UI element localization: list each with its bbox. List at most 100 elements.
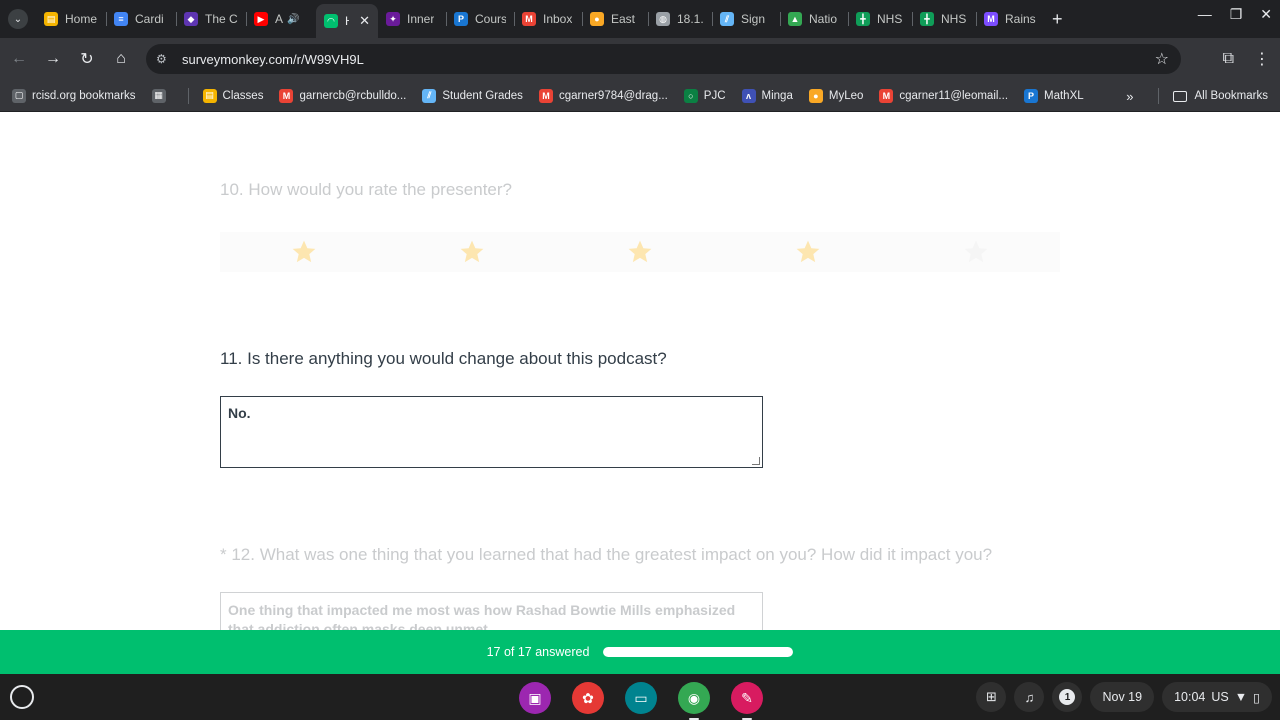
- bookmark-item[interactable]: ▤ Classes: [202, 88, 264, 103]
- all-bookmarks-button[interactable]: All Bookmarks: [1195, 90, 1269, 102]
- tab-title: Home: [65, 12, 98, 26]
- tab-2[interactable]: ◆ The C: [176, 4, 246, 34]
- tab-strip: ⌄ ▤ Home ≡ Cardi ◆ The C ▶ A🔊 ◠ H ✕ ✦ Inner P Cours M In…: [0, 0, 1280, 38]
- window-controls: — ❐ ✕: [1198, 6, 1272, 23]
- rating-star-3[interactable]: [624, 236, 656, 268]
- tab-0[interactable]: ▤ Home: [36, 4, 106, 34]
- bookmarks-bar: ▢ rcisd.org bookmarks ▦ ▤ Classes Mgarnercb@r…: [0, 80, 1280, 112]
- globe-icon: ◍: [656, 12, 670, 26]
- bookmark-item[interactable]: Mgarnercb@rcbulldo...: [279, 88, 406, 103]
- date-button[interactable]: Nov 19: [1090, 682, 1155, 712]
- notification-count: 1: [1059, 689, 1076, 705]
- bookmark-item[interactable]: Mcgarner9784@drag...: [538, 88, 668, 103]
- bookmark-label: cgarner11@leomail...: [899, 89, 1009, 102]
- tab-4[interactable]: ◠ H ✕: [316, 4, 378, 38]
- chevron-overflow-icon[interactable]: »: [1126, 89, 1133, 104]
- tab-13[interactable]: ╋ NHS: [912, 4, 976, 34]
- rating-star-2[interactable]: [456, 236, 488, 268]
- tab-11[interactable]: ▲ Natio: [780, 4, 848, 34]
- apps-grid-icon: ▦: [151, 88, 166, 103]
- rating-star-1[interactable]: [288, 236, 320, 268]
- tab-title: Cours: [475, 12, 506, 26]
- bookmark-label: PJC: [703, 89, 726, 102]
- tab-search-button[interactable]: ⌄: [8, 9, 28, 29]
- stripes-icon: ⫽: [720, 12, 734, 26]
- bookmarks-overflow: » All Bookmarks: [1126, 80, 1268, 112]
- bookmark-item[interactable]: ▢ rcisd.org bookmarks: [12, 88, 136, 103]
- bookmark-label: rcisd.org bookmarks: [32, 89, 136, 102]
- star-icon: [628, 240, 652, 263]
- bookmark-item[interactable]: ʌ Minga: [741, 88, 793, 103]
- home-button[interactable]: ⌂: [106, 44, 136, 74]
- tab-6[interactable]: P Cours: [446, 4, 514, 34]
- restore-button[interactable]: ❐: [1230, 6, 1243, 23]
- notifications-button[interactable]: 1: [1052, 682, 1083, 712]
- star-icon: [292, 240, 316, 263]
- close-window-button[interactable]: ✕: [1260, 6, 1272, 23]
- url-text[interactable]: surveymonkey.com/r/W99VH9L: [182, 52, 364, 67]
- tab-8[interactable]: ● East: [582, 4, 648, 34]
- classroom-icon: ▤: [44, 12, 58, 26]
- tab-9[interactable]: ◍ 18.1.: [648, 4, 712, 34]
- paint-app-icon[interactable]: ✿: [572, 682, 604, 714]
- bookmark-item[interactable]: P MathXL: [1024, 88, 1084, 103]
- bookmark-item[interactable]: Mcgarner11@leomail...: [879, 88, 1009, 103]
- bookmark-label: cgarner9784@drag...: [558, 89, 668, 102]
- screen-capture-icon[interactable]: ⊞: [976, 682, 1007, 712]
- pinned-apps: ▣ ✿ ▭ ◉ ✎: [519, 682, 763, 720]
- rating-star-4[interactable]: [792, 236, 824, 268]
- reload-button[interactable]: ↻: [72, 44, 102, 74]
- minimize-button[interactable]: —: [1198, 6, 1212, 23]
- tab-title: Sign: [741, 12, 766, 26]
- new-tab-button[interactable]: +: [1052, 9, 1063, 30]
- tab-7[interactable]: M Inbox: [514, 4, 582, 34]
- bookmark-item[interactable]: ▦: [151, 88, 172, 103]
- bookmark-item[interactable]: ○ PJC: [683, 88, 726, 103]
- audio-playing-icon[interactable]: 🔊: [287, 14, 299, 25]
- menu-kebab-icon[interactable]: ⋮: [1254, 49, 1270, 69]
- bookmark-item[interactable]: ● MyLeo: [808, 88, 863, 103]
- tab-3[interactable]: ▶ A 🔊: [246, 4, 316, 34]
- back-button[interactable]: ←: [4, 44, 34, 74]
- notes-app-icon[interactable]: ✎: [731, 682, 763, 720]
- docs-icon: ≡: [114, 12, 128, 26]
- launcher-button[interactable]: [10, 685, 34, 709]
- tab-10[interactable]: ⫽ Sign: [712, 4, 780, 34]
- gmail-icon: M: [279, 88, 294, 103]
- pearson-icon: P: [1024, 88, 1039, 103]
- slides-app-icon[interactable]: ▭: [625, 682, 657, 714]
- question-11-title: 11. Is there anything you would change a…: [220, 349, 667, 368]
- answer-text: No.: [228, 405, 251, 421]
- tab-1[interactable]: ≡ Cardi: [106, 4, 176, 34]
- tab-title: Rains: [1005, 12, 1036, 26]
- forward-button[interactable]: →: [38, 44, 68, 74]
- media-controls-icon[interactable]: ♫: [1014, 682, 1045, 712]
- progress-text: 17 of 17 answered: [486, 645, 590, 659]
- bookmark-label: Minga: [761, 89, 793, 102]
- rating-star-5[interactable]: [960, 236, 992, 268]
- surveymonkey-icon: ◠: [324, 14, 338, 28]
- resize-handle[interactable]: [752, 457, 760, 465]
- bookmark-star-icon[interactable]: ☆: [1155, 49, 1169, 69]
- tab-title: East: [611, 12, 636, 26]
- system-tray-button[interactable]: 10:04 US ▼ ▯: [1162, 682, 1272, 712]
- classroom-app-icon[interactable]: ▣: [519, 682, 551, 714]
- tab-12[interactable]: ╋ NHS: [848, 4, 912, 34]
- question-12-answer-field[interactable]: One thing that impacted me most was how …: [220, 592, 763, 630]
- tab-14[interactable]: M Rains: [976, 4, 1044, 34]
- tab-5[interactable]: ✦ Inner: [378, 4, 446, 34]
- tab-title: Inbox: [543, 12, 573, 26]
- tab-title: The C: [205, 12, 238, 26]
- gmail-icon: M: [538, 88, 553, 103]
- survey-page: 10. How would you rate the presenter? 11…: [0, 113, 1280, 630]
- bookmark-item[interactable]: ⫽ Student Grades: [422, 88, 523, 103]
- extensions-icon[interactable]: ⧉: [1223, 50, 1234, 68]
- address-bar[interactable]: ⚙ surveymonkey.com/r/W99VH9L ☆: [146, 44, 1181, 74]
- tab-title: H: [345, 14, 349, 28]
- question-11-answer-field[interactable]: No.: [220, 396, 763, 468]
- close-tab-icon[interactable]: ✕: [359, 13, 370, 29]
- site-info-icon[interactable]: ⚙: [156, 52, 172, 66]
- chrome-app-icon[interactable]: ◉: [678, 682, 710, 720]
- bookmark-label: Classes: [222, 89, 264, 102]
- gmail-icon: M: [522, 12, 536, 26]
